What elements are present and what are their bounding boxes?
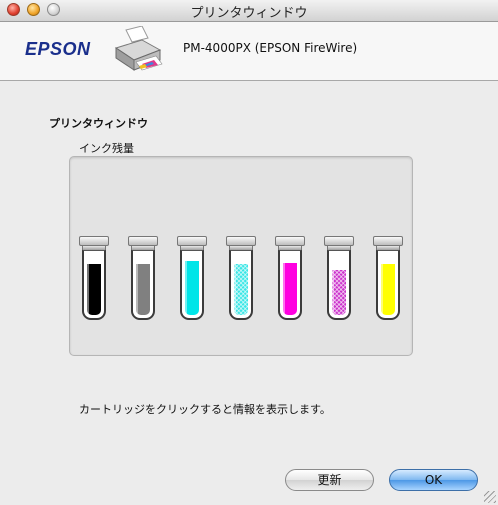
- cartridge-tube: [82, 250, 106, 320]
- header-band: EPSON PM-4000PX (EPSON FireWire): [0, 22, 498, 81]
- ink-cartridge-light-magenta[interactable]: [324, 236, 354, 321]
- cartridge-cap: [177, 236, 207, 246]
- ink-cartridge-magenta[interactable]: [275, 236, 305, 321]
- ink-level-magenta: [283, 263, 297, 315]
- cartridge-tube: [376, 250, 400, 320]
- ink-level-cyan: [185, 261, 199, 315]
- ink-cartridge-light-cyan[interactable]: [226, 236, 256, 321]
- cartridge-cap: [275, 236, 305, 246]
- cartridge-tube: [278, 250, 302, 320]
- cartridge-tube: [131, 250, 155, 320]
- ok-button[interactable]: OK: [389, 469, 478, 491]
- ink-level-light-cyan: [234, 264, 248, 315]
- cartridge-tube: [180, 250, 204, 320]
- window-title: プリンタウィンドウ: [190, 6, 308, 21]
- tube-highlight: [380, 251, 383, 314]
- ink-cartridge-gray[interactable]: [128, 236, 158, 321]
- printer-window: プリンタウィンドウ EPSON PM-4000PX (EPSON FireWir…: [0, 0, 498, 505]
- ink-level-gray: [136, 264, 150, 315]
- ink-cartridge-yellow[interactable]: [373, 236, 403, 321]
- ink-level-black: [87, 264, 101, 315]
- refresh-button[interactable]: 更新: [285, 469, 374, 491]
- tube-highlight: [184, 251, 187, 314]
- cartridge-cap: [128, 236, 158, 246]
- ink-level-yellow: [381, 264, 395, 315]
- cartridge-tube: [229, 250, 253, 320]
- tube-highlight: [135, 251, 138, 314]
- ink-cartridge-cyan[interactable]: [177, 236, 207, 321]
- ink-levels-label: インク残量: [79, 142, 134, 155]
- hint-text: カートリッジをクリックすると情報を表示します。: [79, 403, 331, 416]
- title-bar[interactable]: プリンタウィンドウ: [0, 0, 498, 22]
- ink-level-light-magenta: [332, 270, 346, 315]
- cartridge-cap: [324, 236, 354, 246]
- section-label: プリンタウィンドウ: [49, 117, 148, 130]
- ink-cartridge-black[interactable]: [79, 236, 109, 321]
- tube-highlight: [282, 251, 285, 314]
- tube-highlight: [331, 251, 334, 314]
- epson-logo: EPSON: [25, 39, 91, 59]
- cartridge-cap: [373, 236, 403, 246]
- tube-highlight: [233, 251, 236, 314]
- ink-levels-panel: [69, 156, 413, 356]
- cartridge-cap: [79, 236, 109, 246]
- printer-model: PM-4000PX (EPSON FireWire): [183, 41, 358, 55]
- cartridge-tube: [327, 250, 351, 320]
- cartridge-cap: [226, 236, 256, 246]
- tube-highlight: [86, 251, 89, 314]
- printer-icon: [114, 26, 163, 71]
- resize-grip[interactable]: [484, 491, 496, 503]
